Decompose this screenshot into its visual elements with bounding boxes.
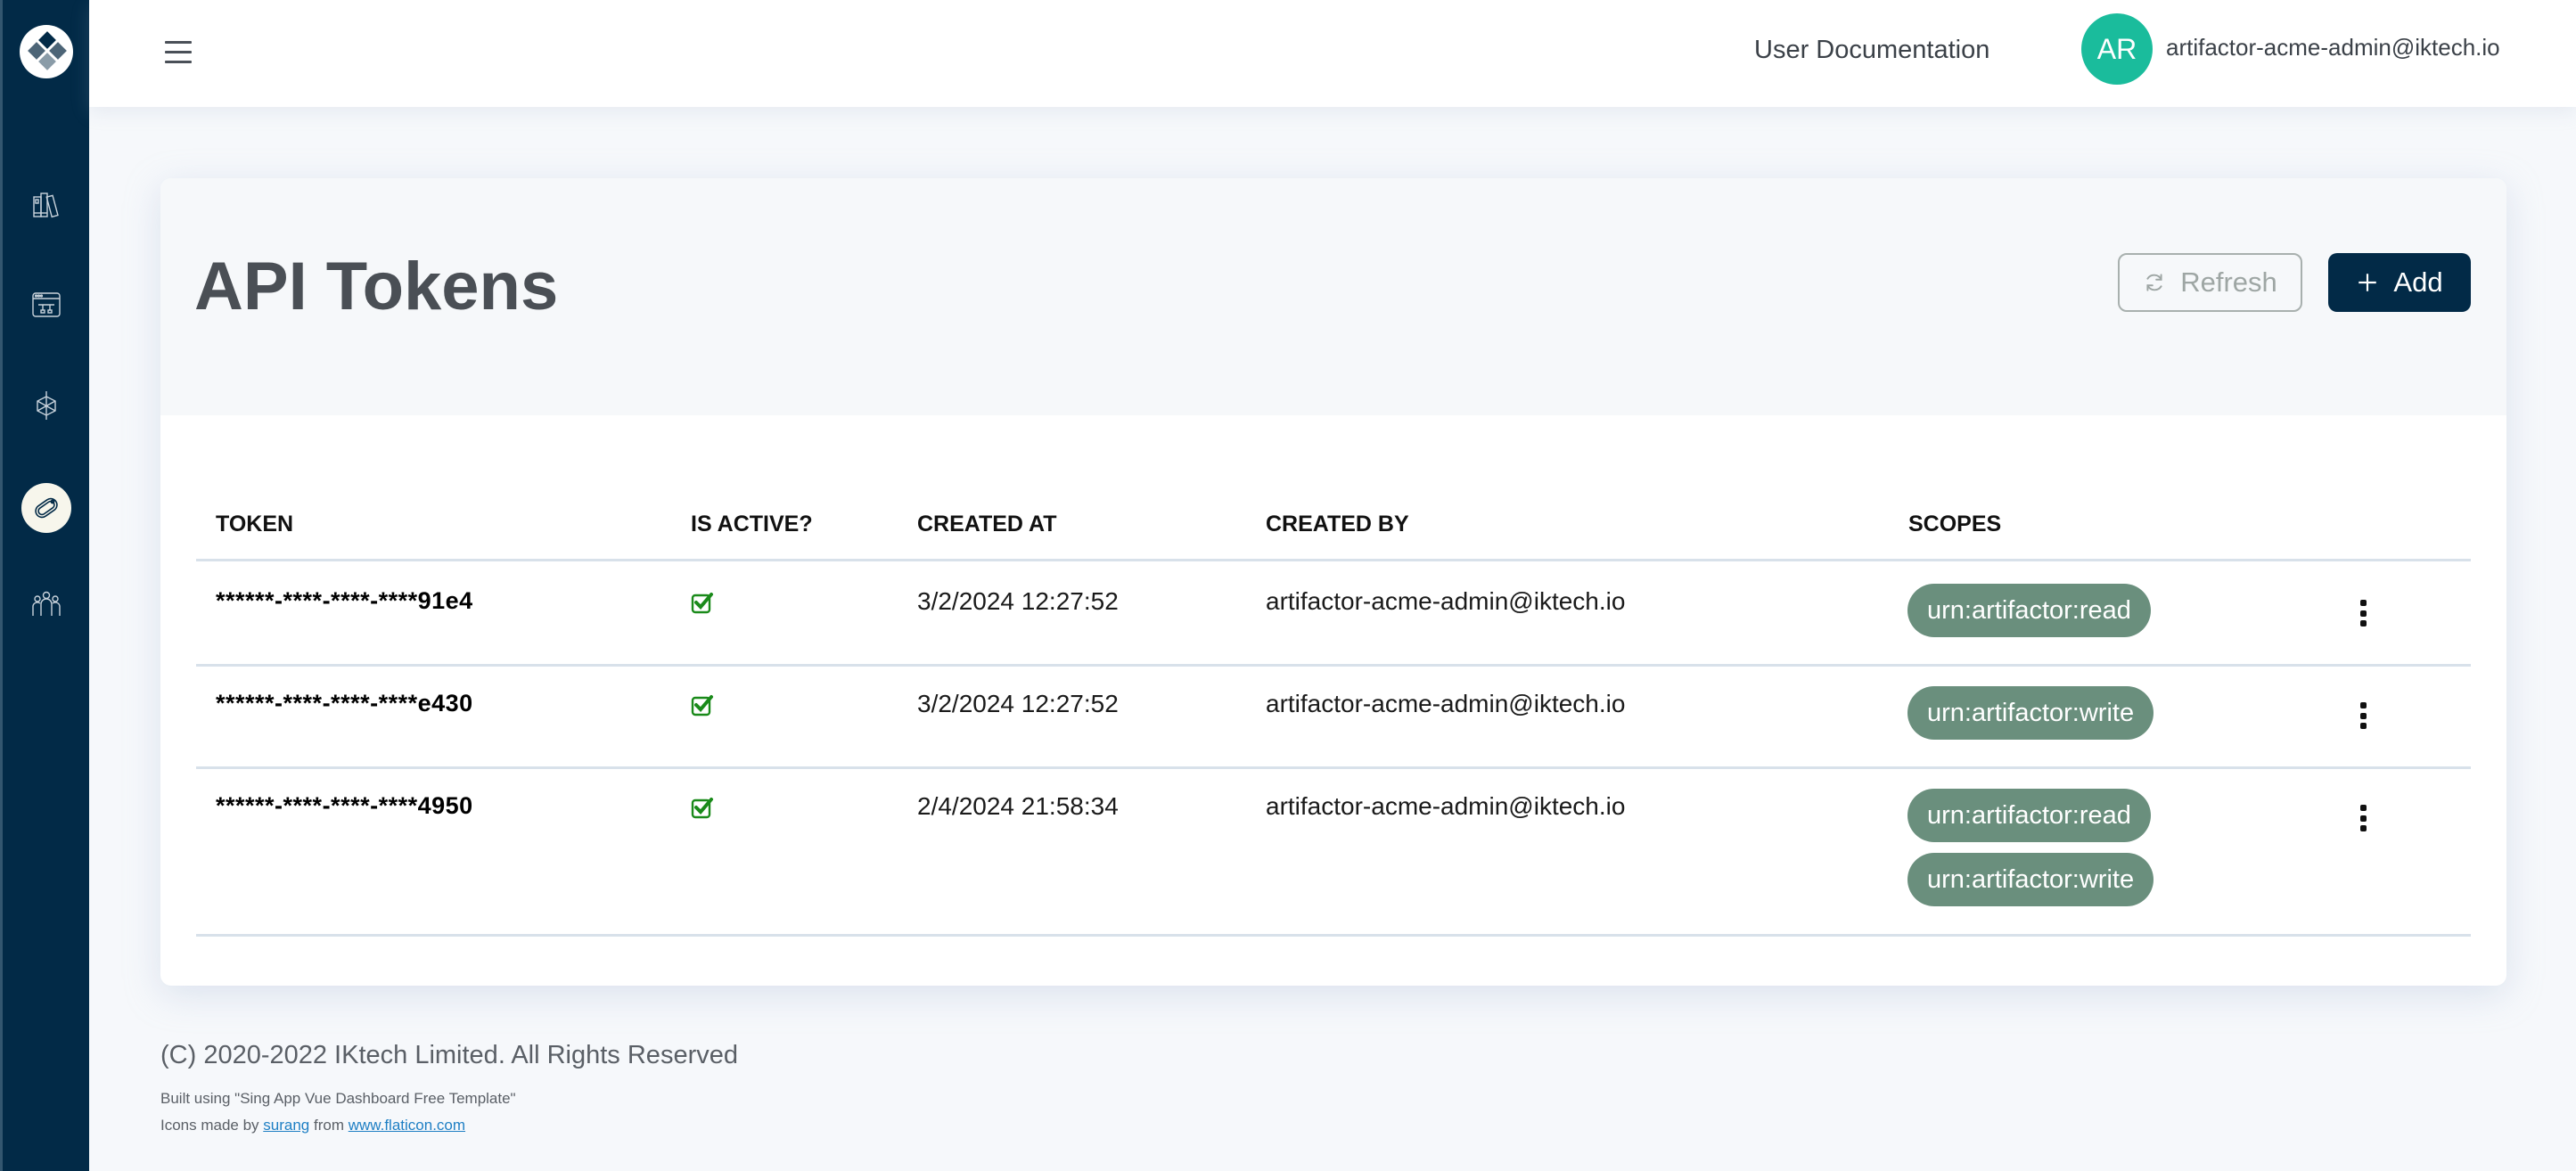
flaticon-link[interactable]: www.flaticon.com — [349, 1117, 465, 1134]
created-by: artifactor-acme-admin@iktech.io — [1266, 587, 1626, 615]
sidebar-item-api-tokens[interactable] — [21, 483, 71, 533]
scopes-list: urn:artifactor:write — [1907, 686, 2154, 740]
created-at: 3/2/2024 12:27:52 — [917, 587, 1119, 615]
table-row: ******-****-****-****91e4 3/2/2024 12:27… — [196, 564, 2471, 667]
table-row: ******-****-****-****e430 3/2/2024 12:27… — [196, 667, 2471, 769]
column-header-scopes: SCOPES — [1908, 512, 2002, 536]
refresh-icon — [2146, 274, 2162, 291]
scopes-list: urn:artifactor:read urn:artifactor:write — [1907, 789, 2154, 906]
active-check-icon — [691, 591, 714, 614]
sidebar-item-books[interactable] — [20, 177, 73, 231]
table-row: ******-****-****-****4950 2/4/2024 21:58… — [196, 769, 2471, 937]
scope-chip: urn:artifactor:read — [1907, 584, 2151, 637]
row-actions-kebab-icon[interactable] — [2358, 600, 2368, 626]
api-tokens-card: API Tokens Refresh Add TOKEN IS ACTIVE? … — [160, 178, 2506, 986]
icons-author-link[interactable]: surang — [263, 1117, 309, 1134]
browser-network-icon — [32, 292, 61, 317]
column-header-is-active: IS ACTIVE? — [691, 512, 813, 536]
token-value: ******-****-****-****4950 — [216, 792, 473, 819]
sidebar-item-graph[interactable] — [20, 379, 73, 432]
token-value: ******-****-****-****91e4 — [216, 587, 473, 614]
user-email[interactable]: artifactor-acme-admin@iktech.io — [2166, 34, 2500, 61]
icons-credit: Icons made by surang from www.flaticon.c… — [160, 1117, 465, 1134]
created-by: artifactor-acme-admin@iktech.io — [1266, 792, 1626, 820]
team-icon — [32, 591, 61, 616]
books-icon — [33, 192, 59, 218]
created-at: 3/2/2024 12:27:52 — [917, 690, 1119, 717]
add-label: Add — [2393, 266, 2443, 298]
card-header: API Tokens Refresh Add — [160, 178, 2506, 415]
copyright-text: (C) 2020-2022 IKtech Limited. All Rights… — [160, 1041, 738, 1069]
row-actions-kebab-icon[interactable] — [2358, 805, 2368, 831]
app-logo[interactable] — [20, 25, 73, 78]
avatar[interactable]: AR — [2081, 13, 2153, 85]
tag-icon — [35, 497, 58, 519]
refresh-label: Refresh — [2180, 266, 2277, 298]
sidebar-item-pipelines[interactable] — [20, 278, 73, 332]
cube-network-icon — [37, 391, 56, 420]
icons-credit-prefix: Icons made by — [160, 1117, 264, 1134]
plus-icon — [2359, 274, 2377, 291]
sidebar-item-users[interactable] — [20, 577, 73, 630]
created-by: artifactor-acme-admin@iktech.io — [1266, 690, 1626, 717]
scope-chip: urn:artifactor:write — [1907, 686, 2154, 740]
token-value: ******-****-****-****e430 — [216, 690, 473, 717]
user-documentation-link[interactable]: User Documentation — [1754, 36, 1989, 65]
scope-chip: urn:artifactor:write — [1907, 853, 2154, 906]
top-header: User Documentation AR artifactor-acme-ad… — [89, 0, 2576, 107]
row-actions-kebab-icon[interactable] — [2358, 702, 2368, 729]
scopes-list: urn:artifactor:read — [1907, 584, 2151, 637]
column-header-created-at: CREATED AT — [917, 512, 1057, 536]
column-header-token: TOKEN — [216, 512, 294, 536]
table-header: TOKEN IS ACTIVE? CREATED AT CREATED BY S… — [196, 415, 2471, 561]
page-title: API Tokens — [194, 249, 559, 324]
add-token-button[interactable]: Add — [2328, 253, 2471, 312]
icons-credit-middle: from — [309, 1117, 349, 1134]
active-check-icon — [691, 693, 714, 717]
column-header-created-by: CREATED BY — [1266, 512, 1409, 536]
built-using-text: Built using "Sing App Vue Dashboard Free… — [160, 1090, 516, 1107]
created-at: 2/4/2024 21:58:34 — [917, 792, 1119, 820]
sidebar — [0, 0, 89, 1171]
hamburger-icon[interactable] — [165, 41, 192, 64]
active-check-icon — [691, 796, 714, 819]
refresh-button[interactable]: Refresh — [2118, 253, 2302, 312]
diamond-logo-icon — [28, 31, 67, 70]
scope-chip: urn:artifactor:read — [1907, 789, 2151, 842]
